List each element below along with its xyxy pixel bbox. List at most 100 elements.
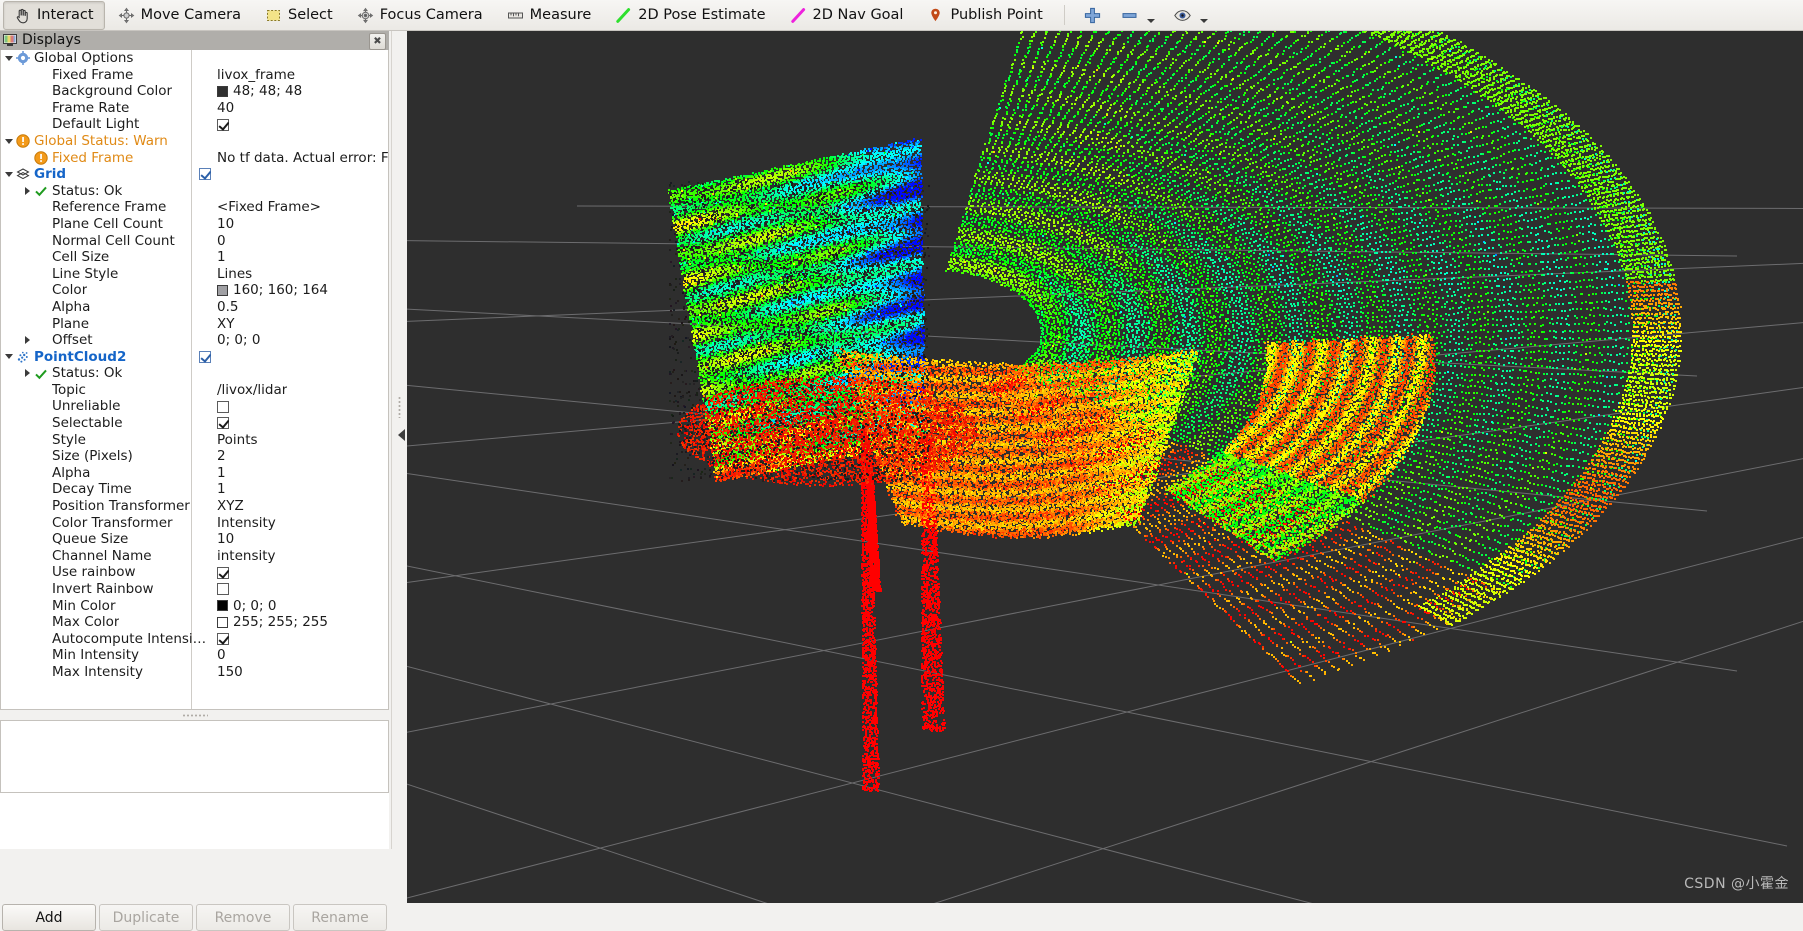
chevron-down-icon[interactable] bbox=[1146, 18, 1155, 23]
property-row[interactable]: Alpha 0.5 bbox=[1, 299, 388, 316]
tool-interact[interactable]: Interact bbox=[3, 0, 105, 30]
property-row[interactable]: Unreliable bbox=[1, 398, 388, 415]
property-row[interactable]: Selectable bbox=[1, 415, 388, 432]
property-value-cell[interactable]: 160; 160; 164 bbox=[211, 282, 328, 299]
property-value-cell[interactable] bbox=[211, 631, 229, 648]
add-tool-button[interactable] bbox=[1075, 1, 1110, 30]
twisty-right-icon[interactable] bbox=[23, 369, 32, 378]
property-row[interactable]: Fixed Frame livox_frame bbox=[1, 67, 388, 84]
twisty-down-icon[interactable] bbox=[5, 170, 14, 179]
property-row[interactable]: Use rainbow bbox=[1, 564, 388, 581]
property-value-cell[interactable]: 0; 0; 0 bbox=[211, 332, 260, 349]
property-value-cell[interactable]: 10 bbox=[211, 216, 234, 233]
property-row[interactable]: Reference Frame <Fixed Frame> bbox=[1, 199, 388, 216]
checkbox[interactable] bbox=[217, 417, 229, 430]
checkbox[interactable] bbox=[217, 400, 229, 413]
property-value-cell[interactable]: <Fixed Frame> bbox=[211, 199, 321, 216]
property-row[interactable]: Style Points bbox=[1, 432, 388, 449]
color-swatch[interactable] bbox=[217, 616, 228, 628]
property-row[interactable]: Max Intensity 150 bbox=[1, 664, 388, 681]
property-row[interactable]: Decay Time 1 bbox=[1, 481, 388, 498]
property-value-cell[interactable]: 40 bbox=[211, 100, 234, 117]
property-value-cell[interactable]: livox_frame bbox=[211, 67, 295, 84]
property-value-cell[interactable] bbox=[193, 166, 211, 183]
property-row[interactable]: Plane Cell Count 10 bbox=[1, 216, 388, 233]
property-value-cell[interactable] bbox=[211, 415, 229, 432]
property-row[interactable]: Normal Cell Count 0 bbox=[1, 233, 388, 250]
property-value-cell[interactable]: 2 bbox=[211, 448, 226, 465]
property-row[interactable]: Global Options bbox=[1, 50, 388, 67]
property-value-cell[interactable]: 48; 48; 48 bbox=[211, 83, 302, 100]
property-value-cell[interactable]: 0; 0; 0 bbox=[211, 598, 276, 615]
property-row[interactable]: Line Style Lines bbox=[1, 266, 388, 283]
property-row[interactable]: Frame Rate 40 bbox=[1, 100, 388, 117]
property-value-cell[interactable]: 255; 255; 255 bbox=[211, 614, 328, 631]
tool-2d-nav-goal[interactable]: 2D Nav Goal bbox=[779, 1, 915, 30]
close-icon[interactable]: ✖ bbox=[369, 33, 386, 50]
property-value-cell[interactable] bbox=[211, 116, 229, 133]
checkbox[interactable] bbox=[199, 168, 211, 181]
property-row[interactable]: Max Color 255; 255; 255 bbox=[1, 614, 388, 631]
property-row[interactable]: Autocompute Intensity … bbox=[1, 631, 388, 648]
property-row[interactable]: Offset 0; 0; 0 bbox=[1, 332, 388, 349]
twisty-down-icon[interactable] bbox=[5, 352, 14, 361]
property-value-cell[interactable]: No tf data. Actual error: Fixe… bbox=[211, 150, 388, 167]
property-value-cell[interactable]: Points bbox=[211, 432, 258, 449]
property-row[interactable]: Position Transformer XYZ bbox=[1, 498, 388, 515]
checkbox[interactable] bbox=[199, 350, 211, 363]
twisty-down-icon[interactable] bbox=[5, 54, 14, 63]
chevron-down-icon[interactable] bbox=[1199, 18, 1208, 23]
property-value-cell[interactable]: 1 bbox=[211, 481, 226, 498]
property-row[interactable]: Invert Rainbow bbox=[1, 581, 388, 598]
tool-2d-pose-estimate[interactable]: 2D Pose Estimate bbox=[604, 1, 776, 30]
tool-focus-camera[interactable]: Focus Camera bbox=[346, 1, 494, 30]
property-row[interactable]: Min Color 0; 0; 0 bbox=[1, 598, 388, 615]
displays-property-tree[interactable]: Global Options Fixed Frame livox_frame Back… bbox=[0, 50, 389, 710]
property-row[interactable]: Min Intensity 0 bbox=[1, 647, 388, 664]
property-row[interactable]: Grid bbox=[1, 166, 388, 183]
add-button[interactable]: Add bbox=[2, 904, 96, 931]
property-value-cell[interactable]: 1 bbox=[211, 465, 226, 482]
property-value-cell[interactable]: /livox/lidar bbox=[211, 382, 287, 399]
panel-splitter-vertical[interactable] bbox=[391, 31, 408, 849]
checkbox[interactable] bbox=[217, 633, 229, 646]
property-row[interactable]: Alpha 1 bbox=[1, 465, 388, 482]
property-value-cell[interactable]: XYZ bbox=[211, 498, 244, 515]
property-row[interactable]: Cell Size 1 bbox=[1, 249, 388, 266]
property-value-cell[interactable] bbox=[193, 349, 211, 366]
tool-move-camera[interactable]: Move Camera bbox=[107, 1, 252, 30]
property-value-cell[interactable] bbox=[211, 398, 229, 415]
property-row[interactable]: Default Light bbox=[1, 116, 388, 133]
property-row[interactable]: Size (Pixels) 2 bbox=[1, 448, 388, 465]
property-row[interactable]: Color Transformer Intensity bbox=[1, 515, 388, 532]
property-value-cell[interactable] bbox=[193, 50, 199, 67]
property-row[interactable]: Topic/livox/lidar bbox=[1, 382, 388, 399]
panel-splitter-horizontal[interactable] bbox=[0, 710, 389, 720]
property-value-cell[interactable]: 0 bbox=[211, 233, 226, 250]
property-value-cell[interactable] bbox=[211, 365, 217, 382]
checkbox[interactable] bbox=[217, 583, 229, 596]
color-swatch[interactable] bbox=[217, 600, 228, 612]
property-value-cell[interactable] bbox=[211, 564, 229, 581]
twisty-right-icon[interactable] bbox=[23, 335, 32, 345]
view-button[interactable] bbox=[1165, 1, 1216, 30]
property-row[interactable]: Status: Ok bbox=[1, 183, 388, 200]
checkbox[interactable] bbox=[217, 118, 229, 131]
property-row[interactable]: Color 160; 160; 164 bbox=[1, 282, 388, 299]
property-row[interactable]: Plane XY bbox=[1, 316, 388, 333]
property-value-cell[interactable]: 1 bbox=[211, 249, 226, 266]
property-row[interactable]: Queue Size 10 bbox=[1, 531, 388, 548]
property-row[interactable]: Channel Name intensity bbox=[1, 548, 388, 565]
remove-tool-button[interactable] bbox=[1112, 1, 1163, 30]
property-row[interactable]: Status: Ok bbox=[1, 365, 388, 382]
property-value-cell[interactable]: XY bbox=[211, 316, 235, 333]
property-value-cell[interactable]: 0.5 bbox=[211, 299, 238, 316]
checkbox[interactable] bbox=[217, 566, 229, 579]
property-value-cell[interactable]: intensity bbox=[211, 548, 276, 565]
twisty-down-icon[interactable] bbox=[5, 137, 14, 146]
property-row[interactable]: Global Status: Warn bbox=[1, 133, 388, 150]
3d-render-view[interactable]: CSDN @小霍金 bbox=[407, 31, 1803, 903]
color-swatch[interactable] bbox=[217, 285, 228, 297]
property-value-cell[interactable]: Lines bbox=[211, 266, 252, 283]
property-value-cell[interactable] bbox=[193, 133, 199, 150]
